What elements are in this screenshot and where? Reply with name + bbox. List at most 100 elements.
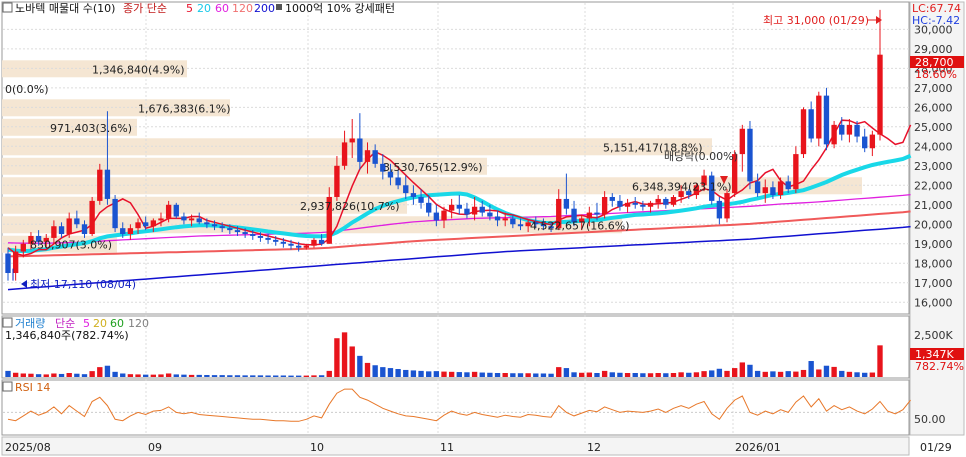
candle-body [81,224,88,235]
volume-bar [793,371,799,377]
price-tick-label: 26,000 [914,101,953,114]
volume-bar [571,372,577,377]
candle-body [295,245,302,248]
candle-body [303,245,309,248]
price-tick-label: 25,000 [914,121,953,134]
volume-bar [594,373,600,377]
candle-body [770,187,776,196]
candle-body [854,124,860,137]
candle-body [877,54,883,135]
candle-body [754,181,761,194]
candle-body [808,109,814,139]
volume-profile-label: 1,346,840(4.9%) [92,63,185,76]
volume-profile-label: 4,522,657(16.6%) [530,219,630,232]
ma20-legend: 20 [197,2,211,15]
volume-bar [731,368,738,377]
volume-bar [143,374,149,377]
candle-body [517,224,524,227]
candle-body [349,138,355,143]
chart-title: 노바텍 매물대 수(10) [15,2,115,15]
ma200-legend: 200 [254,2,275,15]
candle-body [150,220,157,227]
volume-bar [66,373,72,377]
volume-bar [441,371,447,377]
volume-bar [135,374,141,377]
candle-body [357,138,363,162]
ma120-legend: 120 [232,2,253,15]
volume-bar [640,373,646,377]
volume-bar [311,375,317,377]
stock-chart[interactable]: 16,000 17,000 18,000 19,000 20,000 21,000 22,0… [0,0,966,457]
volume-profile-label: 0(0.0%) [5,83,49,96]
volume-bar [219,375,225,377]
volume-profile-label: 3,530,765(12.9%) [383,161,483,174]
volume-bar [586,372,593,377]
candle-body [762,187,768,194]
volume-bar [839,370,845,377]
volume-bar [318,375,325,377]
candle-body [869,134,876,149]
volume-bar [188,374,195,377]
candle-body [448,204,455,211]
candle-body [372,150,378,164]
current-volume-pct: 782.74% [915,360,964,373]
volume-bar [227,375,233,377]
hc-value: HC:-7.42 [912,14,960,27]
volume-bar [35,374,42,377]
candle-body [433,212,440,221]
volume-toggle-icon[interactable] [2,317,13,328]
x-label-11: 11 [440,441,454,454]
candle-body [127,228,134,235]
volume-bar [43,374,49,377]
candle-body [135,222,141,229]
volume-bar [525,373,531,377]
candle-body [12,251,19,274]
candle-body [196,218,202,223]
candle-body [816,95,822,139]
candle-body [158,218,164,221]
volume-bar [303,375,309,377]
volume-bar [280,375,287,377]
volume-bar [250,375,256,377]
volume-bar [487,372,493,377]
price-tick-label: 19,000 [914,238,953,251]
volume-bar [51,373,57,377]
volume-bar [686,372,692,377]
volume-bar [877,345,883,377]
volume-bar [862,372,868,377]
candle-body [479,206,485,213]
volume-bar [647,373,654,377]
volume-bar [265,375,271,377]
candle-body [97,169,103,201]
volume-bar [403,369,409,377]
volume-bar [693,372,700,377]
volume-bar [854,372,860,377]
volume-bar [196,374,202,377]
volume-bar [334,338,340,377]
volume-bar [395,369,401,377]
candle-body [747,128,753,182]
candle-body [502,218,508,221]
candle-body [280,241,287,244]
candle-body [456,204,462,209]
legend-toggle-icon[interactable] [2,2,13,13]
rsi-toggle-icon[interactable] [2,381,13,392]
high-price-note: 최고 31,000 (01/29) [763,14,869,27]
volume-bar [364,362,371,377]
candle-body [211,224,218,227]
volume-bar [655,373,661,377]
volume-bar [234,375,241,377]
x-label-2025-08: 2025/08 [5,441,51,454]
volume-bar [112,371,118,377]
volume-bar [448,371,455,377]
ma5-legend: 5 [186,2,193,15]
volume-bar [204,375,210,377]
candle-body [288,243,294,246]
volume-bar [502,373,508,377]
volume-bar [326,370,332,377]
volume-bar [127,374,134,377]
candle-body [632,202,638,205]
volume-bar [211,375,218,377]
candle-body [510,218,516,225]
candle-body [51,226,57,238]
